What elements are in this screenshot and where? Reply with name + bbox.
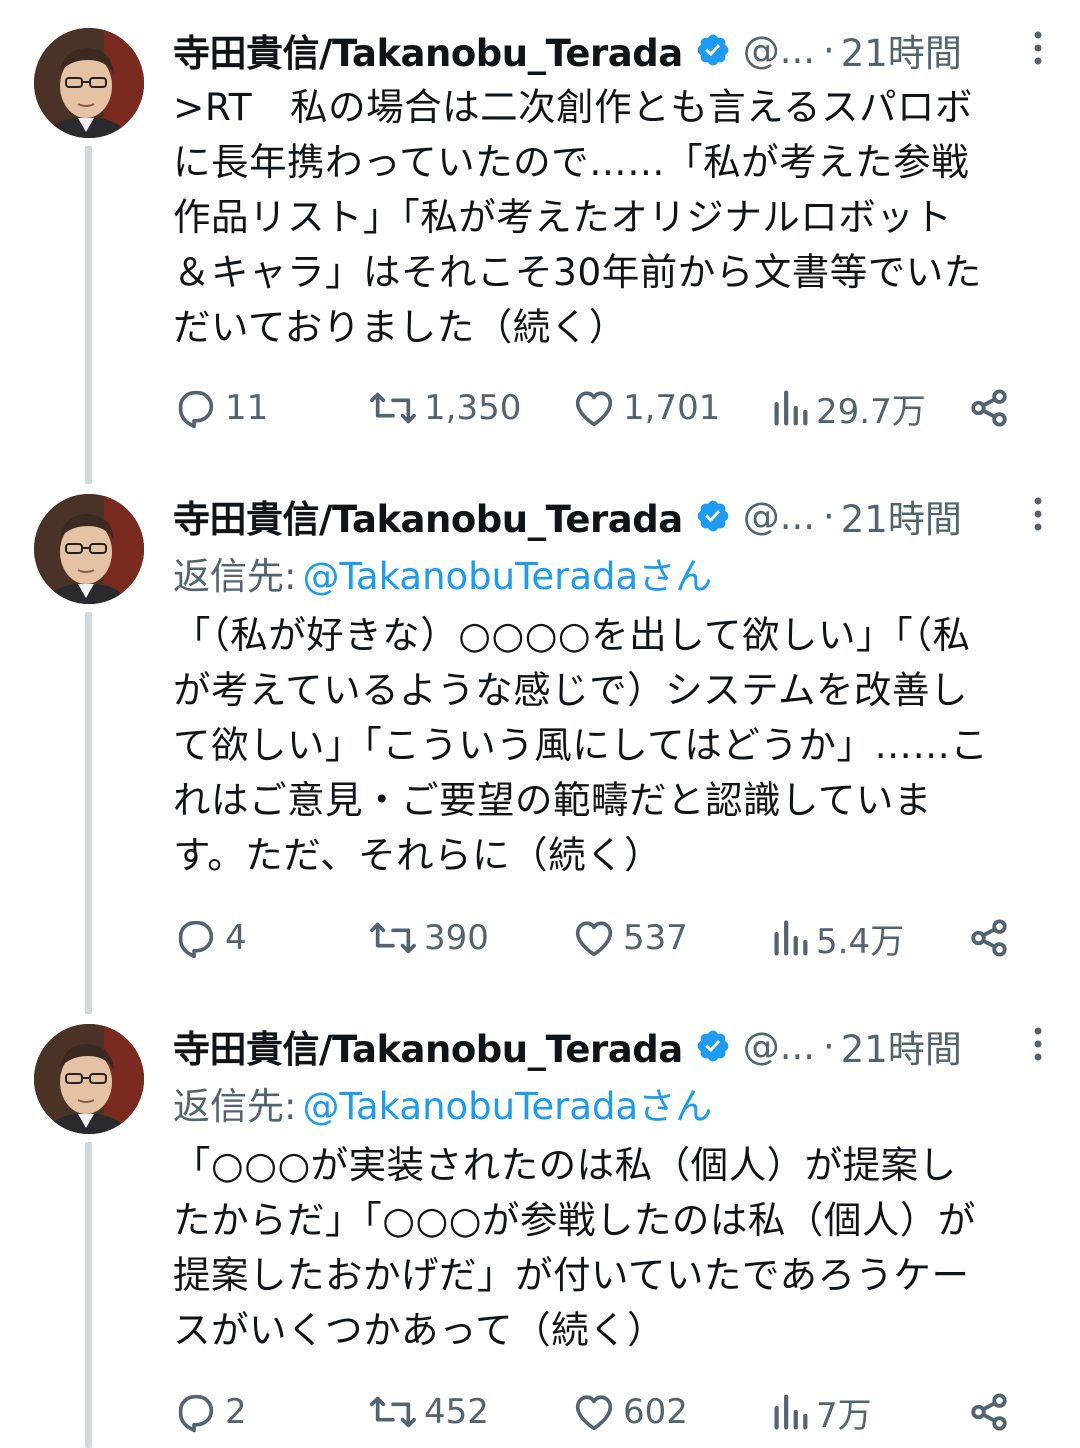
reply-context: 返信先: @TakanobuTeradaさん <box>173 546 712 600</box>
reply-mention-link[interactable]: @TakanobuTeradaさん <box>302 1076 712 1130</box>
repost-count: 390 <box>424 918 489 958</box>
views-count: 29.7万 <box>816 391 926 432</box>
handle[interactable]: @... <box>743 29 815 72</box>
bar-chart-icon <box>774 920 808 956</box>
views-count: 5.4万 <box>816 921 905 962</box>
reply-bubble-icon <box>178 920 214 959</box>
repost-arrows-icon <box>370 392 416 424</box>
tweet-text: 「（私が好きな）○○○○を出して欲しい」「（私 が考えているような感じで）システ… <box>173 608 1053 883</box>
reply-count: 11 <box>225 388 269 428</box>
share-icon <box>971 919 1007 957</box>
tweet-actions: 4 390 537 5.4万 <box>173 908 1030 968</box>
repost-arrows-icon <box>370 1396 416 1428</box>
repost-count: 1,350 <box>424 388 522 428</box>
repost-button[interactable]: 452 <box>368 1382 489 1442</box>
share-button[interactable] <box>968 378 1010 438</box>
handle[interactable]: @... <box>743 1025 815 1068</box>
tweet-actions: 11 1,350 1,701 29.7万 <box>173 378 1030 438</box>
profile-photo-icon <box>34 1024 144 1134</box>
reply-context: 返信先: @TakanobuTeradaさん <box>173 1076 712 1130</box>
tweet[interactable]: 寺田貴信/Takanobu_Terada @... · 21時間 返信先: @T… <box>0 1000 1080 1448</box>
bar-chart-icon <box>774 390 808 426</box>
bar-chart-icon <box>774 1394 808 1430</box>
more-vertical-icon[interactable] <box>1032 496 1044 532</box>
reply-button[interactable]: 2 <box>173 1382 247 1442</box>
like-button[interactable]: 602 <box>571 1382 688 1442</box>
repost-arrows-icon <box>370 922 416 954</box>
reply-bubble-icon <box>178 390 214 429</box>
timestamp[interactable]: 21時間 <box>841 1019 962 1073</box>
separator-dot: · <box>823 28 835 72</box>
tweet-text-line: に長年携わっていたので……「私が考えた参戦 <box>173 140 970 184</box>
tweet-text-line: だいておりました（続く） <box>173 305 627 349</box>
tweet-text-line: 作品リスト」「私が考えたオリジナルロボット <box>173 195 953 239</box>
reply-mention-link[interactable]: @TakanobuTeradaさん <box>302 546 712 600</box>
tweet-text-line: ＆キャラ」はそれこそ30年前から文書等でいた <box>173 250 982 294</box>
tweet-header: 寺田貴信/Takanobu_Terada @... · 21時間 <box>173 20 1060 80</box>
reply-count: 2 <box>225 1392 247 1432</box>
tweet[interactable]: 寺田貴信/Takanobu_Terada @... · 21時間 >RT 私の場… <box>0 0 1080 470</box>
tweet-text: >RT 私の場合は二次創作とも言えるスパロボ に長年携わっていたので……「私が考… <box>173 80 1053 355</box>
repost-button[interactable]: 390 <box>368 908 489 968</box>
display-name[interactable]: 寺田貴信/Takanobu_Terada <box>173 489 683 543</box>
reply-button[interactable]: 11 <box>173 378 268 438</box>
separator-dot: · <box>823 494 835 538</box>
like-button[interactable]: 1,701 <box>571 378 720 438</box>
like-button[interactable]: 537 <box>571 908 688 968</box>
share-icon <box>971 389 1007 427</box>
tweet-text-line: 提案したおかげだ」が付いていたであろうケー <box>173 1253 970 1297</box>
tweet-text-line: スがいくつかあって（続く） <box>173 1308 666 1352</box>
reply-bubble-icon <box>178 1394 214 1433</box>
tweet-text-line: たからだ」「○○○が参戦したのは私（個人）が <box>173 1198 976 1242</box>
tweet-text: 「○○○が実装されたのは私（個人）が提案し たからだ」「○○○が参戦したのは私（… <box>173 1138 1053 1358</box>
verified-badge-icon <box>697 500 729 532</box>
reply-count: 4 <box>225 918 247 958</box>
avatar[interactable] <box>34 28 144 138</box>
tweet-text-line: れはご意見・ご要望の範疇だと認識していま <box>173 778 932 822</box>
display-name[interactable]: 寺田貴信/Takanobu_Terada <box>173 1019 683 1073</box>
handle[interactable]: @... <box>743 495 815 538</box>
tweet-text-line: 「○○○が実装されたのは私（個人）が提案し <box>173 1143 957 1187</box>
verified-badge-icon <box>697 34 729 66</box>
views-button[interactable]: 7万 <box>770 1382 872 1442</box>
views-button[interactable]: 5.4万 <box>770 908 904 968</box>
more-vertical-icon[interactable] <box>1032 1026 1044 1062</box>
tweet-text-line: 「（私が好きな）○○○○を出して欲しい」「（私 <box>173 613 971 657</box>
tweet-text-line: が考えているような感じで）システムを改善し <box>173 668 968 712</box>
share-button[interactable] <box>968 908 1010 968</box>
repost-button[interactable]: 1,350 <box>368 378 521 438</box>
reply-to-label: 返信先: <box>173 1085 297 1128</box>
verified-badge-icon <box>697 1030 729 1062</box>
like-count: 1,701 <box>623 388 721 428</box>
separator-dot: · <box>823 1024 835 1068</box>
repost-count: 452 <box>424 1392 489 1432</box>
tweet-text-line: >RT 私の場合は二次創作とも言えるスパロボ <box>173 85 974 129</box>
tweet-text-line: て欲しい」「こういう風にしてはどうか」……こ <box>173 723 989 767</box>
avatar[interactable] <box>34 494 144 604</box>
views-button[interactable]: 29.7万 <box>770 378 926 438</box>
timestamp[interactable]: 21時間 <box>841 489 962 543</box>
tweet-text-line: す。ただ、それらに（続く） <box>173 833 663 877</box>
avatar[interactable] <box>34 1024 144 1134</box>
reply-to-label: 返信先: <box>173 555 297 598</box>
heart-icon <box>575 921 613 957</box>
like-count: 537 <box>623 918 688 958</box>
tweet[interactable]: 寺田貴信/Takanobu_Terada @... · 21時間 返信先: @T… <box>0 470 1080 1000</box>
heart-icon <box>575 391 613 427</box>
reply-button[interactable]: 4 <box>173 908 247 968</box>
views-count: 7万 <box>816 1395 872 1436</box>
heart-icon <box>575 1395 613 1431</box>
tweet-header: 寺田貴信/Takanobu_Terada @... · 21時間 <box>173 1016 1060 1076</box>
display-name[interactable]: 寺田貴信/Takanobu_Terada <box>173 23 683 77</box>
profile-photo-icon <box>34 494 144 604</box>
tweet-actions: 2 452 602 7万 <box>173 1382 1030 1442</box>
like-count: 602 <box>623 1392 688 1432</box>
timestamp[interactable]: 21時間 <box>841 23 962 77</box>
profile-photo-icon <box>34 28 144 138</box>
more-vertical-icon[interactable] <box>1032 30 1044 66</box>
share-icon <box>971 1393 1007 1431</box>
tweet-header: 寺田貴信/Takanobu_Terada @... · 21時間 <box>173 486 1060 546</box>
share-button[interactable] <box>968 1382 1010 1442</box>
